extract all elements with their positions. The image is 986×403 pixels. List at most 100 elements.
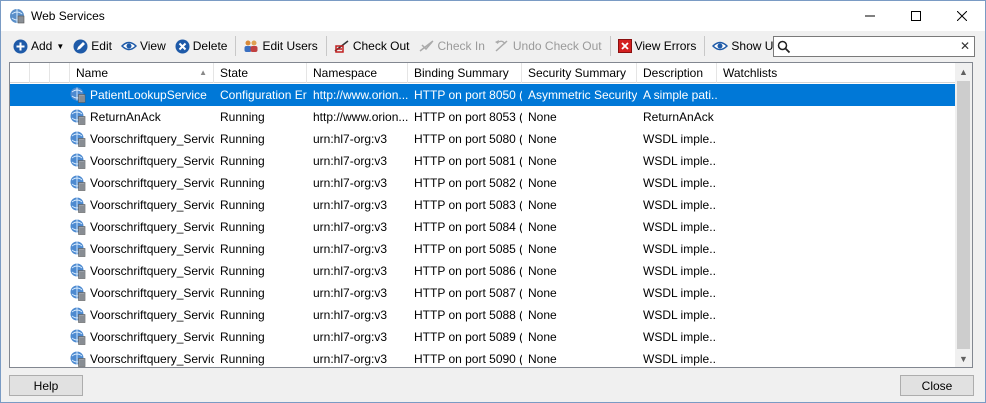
- check-out-button[interactable]: Check Out: [330, 35, 414, 57]
- close-label: Close: [921, 378, 953, 393]
- cell-binding-summary: HTTP on port 5082 (...: [414, 176, 522, 190]
- cell-watchlists: [717, 128, 956, 150]
- cell-binding-summary: HTTP on port 5089 (...: [414, 330, 522, 344]
- cell-state: Running: [220, 330, 265, 344]
- web-service-icon: [70, 307, 86, 323]
- column-header-state[interactable]: State: [214, 63, 307, 83]
- table-row[interactable]: Voorschriftquery_Service_81 Running urn:…: [10, 150, 956, 172]
- cell-state: Running: [220, 242, 265, 256]
- row-indicator: [10, 304, 30, 326]
- edit-users-button[interactable]: Edit Users: [239, 35, 321, 57]
- row-indicator: [30, 260, 50, 282]
- cell-security-summary: None: [528, 352, 557, 366]
- cell-security-summary: None: [528, 176, 557, 190]
- cell-namespace: urn:hl7-org:v3: [313, 176, 388, 190]
- cell-security-summary: None: [528, 264, 557, 278]
- check-in-button[interactable]: Check In: [415, 35, 489, 57]
- clear-search-icon[interactable]: ✕: [960, 39, 970, 53]
- eye-icon: [120, 41, 137, 51]
- cell-state: Running: [220, 198, 265, 212]
- web-services-window: Web Services Add ▼ Edit View Delete Edit…: [0, 0, 986, 403]
- cell-binding-summary: HTTP on port 5083 (...: [414, 198, 522, 212]
- table-row[interactable]: Voorschriftquery_Service_87 Running urn:…: [10, 282, 956, 304]
- add-button[interactable]: Add ▼: [9, 35, 68, 57]
- view-errors-label: View Errors: [634, 39, 697, 53]
- column-header-security-summary[interactable]: Security Summary: [522, 63, 637, 83]
- row-indicator: [50, 238, 70, 260]
- minimize-button[interactable]: [847, 1, 893, 31]
- table-body: PatientLookupService Configuration Error…: [10, 84, 956, 367]
- column-header-namespace[interactable]: Namespace: [307, 63, 408, 83]
- eye-icon: [712, 41, 729, 51]
- table-row[interactable]: ReturnAnAck Running http://www.orion... …: [10, 106, 956, 128]
- web-service-icon: [10, 9, 25, 24]
- table-row[interactable]: Voorschriftquery_Service_88 Running urn:…: [10, 304, 956, 326]
- search-box: ✕: [773, 36, 975, 57]
- row-indicator: [10, 216, 30, 238]
- service-name: PatientLookupService: [90, 88, 207, 102]
- column-header-indicator-3[interactable]: [50, 63, 70, 83]
- scrollbar-thumb[interactable]: [957, 81, 970, 349]
- scroll-down-icon[interactable]: ▼: [955, 350, 972, 367]
- help-button[interactable]: Help: [9, 375, 83, 396]
- vertical-scrollbar[interactable]: ▲ ▼: [955, 63, 972, 367]
- view-button[interactable]: View: [117, 35, 170, 57]
- cell-binding-summary: HTTP on port 5080 (...: [414, 132, 522, 146]
- table-row[interactable]: Voorschriftquery_Service_83 Running urn:…: [10, 194, 956, 216]
- edit-button[interactable]: Edit: [69, 35, 116, 57]
- table-row[interactable]: Voorschriftquery_Service_90 Running urn:…: [10, 348, 956, 367]
- cell-name: Voorschriftquery_Service_90: [70, 348, 214, 367]
- column-header-label: State: [220, 66, 249, 80]
- table-row[interactable]: Voorschriftquery_Service_84 Running urn:…: [10, 216, 956, 238]
- row-indicator: [50, 282, 70, 304]
- add-label: Add: [31, 39, 53, 53]
- cell-namespace: http://www.orion...: [313, 110, 408, 124]
- column-header-indicator-1[interactable]: [10, 63, 30, 83]
- table-row[interactable]: Voorschriftquery_Service_85 Running urn:…: [10, 238, 956, 260]
- cell-description: WSDL imple...: [643, 264, 717, 278]
- close-button[interactable]: Close: [900, 375, 974, 396]
- row-indicator: [50, 128, 70, 150]
- column-header-binding-summary[interactable]: Binding Summary: [408, 63, 522, 83]
- service-name: ReturnAnAck: [90, 110, 161, 124]
- table-row[interactable]: Voorschriftquery_Service_86 Running urn:…: [10, 260, 956, 282]
- scroll-up-icon[interactable]: ▲: [955, 63, 972, 80]
- column-header-description[interactable]: Description: [637, 63, 717, 83]
- row-indicator: [30, 172, 50, 194]
- minimize-icon: [865, 15, 875, 17]
- table-header: Name ▲ State Namespace Binding Summary S…: [10, 63, 956, 83]
- search-input[interactable]: [793, 37, 963, 56]
- column-header-label: Security Summary: [528, 66, 627, 80]
- close-window-button[interactable]: [939, 1, 985, 31]
- cell-state: Running: [220, 132, 265, 146]
- cell-watchlists: [717, 194, 956, 216]
- check-in-icon: [419, 40, 433, 52]
- service-name: Voorschriftquery_Service_89: [90, 330, 214, 344]
- service-name: Voorschriftquery_Service_84: [90, 220, 214, 234]
- cell-description: WSDL imple...: [643, 242, 717, 256]
- table-row[interactable]: Voorschriftquery_Service Running urn:hl7…: [10, 128, 956, 150]
- users-icon: [244, 40, 258, 52]
- cell-watchlists: [717, 348, 956, 367]
- table-row[interactable]: Voorschriftquery_Service_89 Running urn:…: [10, 326, 956, 348]
- delete-button[interactable]: Delete: [171, 35, 232, 57]
- cell-watchlists: [717, 260, 956, 282]
- undo-check-out-button[interactable]: Undo Check Out: [490, 35, 606, 57]
- edit-icon: [73, 39, 88, 53]
- row-indicator: [30, 84, 50, 106]
- service-name: Voorschriftquery_Service_90: [90, 352, 214, 366]
- cell-description: WSDL imple...: [643, 330, 717, 344]
- check-in-label: Check In: [437, 39, 485, 53]
- cell-watchlists: [717, 106, 956, 128]
- cell-state: Running: [220, 110, 265, 124]
- table-row[interactable]: Voorschriftquery_Service_82 Running urn:…: [10, 172, 956, 194]
- column-header-watchlists[interactable]: Watchlists: [717, 63, 956, 83]
- view-errors-button[interactable]: View Errors: [614, 35, 701, 57]
- cell-description: WSDL imple...: [643, 176, 717, 190]
- column-header-indicator-2[interactable]: [30, 63, 50, 83]
- maximize-button[interactable]: [893, 1, 939, 31]
- column-header-label: Name: [76, 66, 109, 80]
- web-service-icon: [70, 285, 86, 301]
- column-header-name[interactable]: Name ▲: [70, 63, 214, 83]
- table-row[interactable]: PatientLookupService Configuration Error…: [10, 84, 956, 106]
